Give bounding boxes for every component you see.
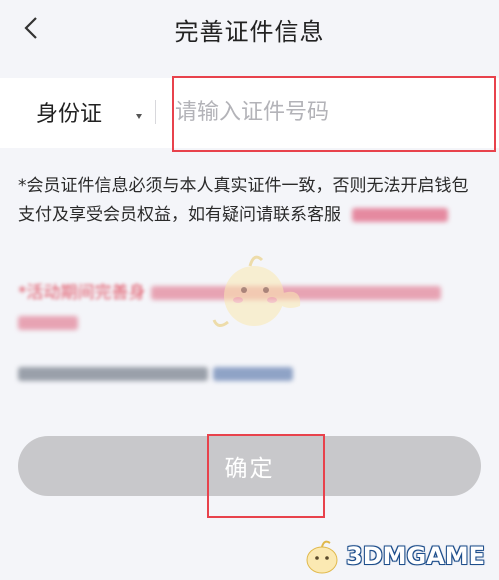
- blurred-info-link[interactable]: [213, 367, 294, 381]
- blurred-phone: [352, 208, 449, 222]
- nav-bar: 完善证件信息: [0, 0, 499, 56]
- site-watermark: 3DMGAME: [300, 536, 495, 576]
- activity-blurred-text-2: [18, 316, 78, 330]
- blurred-info-text: [18, 367, 208, 381]
- watermark-text: 3DMGAME: [346, 542, 486, 570]
- confirm-button[interactable]: 确定: [18, 436, 481, 496]
- dropdown-caret-icon: [136, 114, 142, 119]
- watermark-mascot-icon: [306, 540, 338, 574]
- id-form-row: 身份证: [0, 78, 499, 148]
- id-number-input[interactable]: [175, 92, 475, 132]
- blurred-info-line: [18, 360, 483, 388]
- page-title: 完善证件信息: [174, 18, 325, 46]
- id-type-selector[interactable]: 身份证: [36, 96, 102, 128]
- field-divider: [155, 100, 156, 124]
- mascot-watermark-icon: [210, 250, 306, 334]
- activity-notice-prefix: *活动期间完善身: [18, 283, 146, 303]
- notice-text: *会员证件信息必须与本人真实证件一致，否则无法开启钱包支付及享受会员权益，如有疑…: [18, 172, 483, 230]
